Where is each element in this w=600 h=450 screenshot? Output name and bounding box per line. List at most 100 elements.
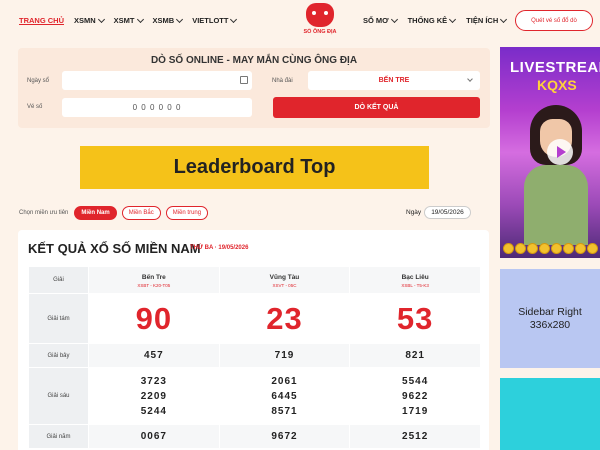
coin-icon — [587, 243, 598, 254]
coin-icon — [551, 243, 562, 254]
livestream-title: LIVESTREAM — [510, 59, 600, 76]
coin-icon — [515, 243, 526, 254]
prize-six-value: 6445 — [271, 390, 298, 402]
sidebar-ad-secondary[interactable] — [500, 378, 600, 450]
leaderboard-ad[interactable]: Leaderboard Top — [80, 146, 429, 189]
logo-mascot-icon — [306, 3, 334, 27]
livestream-brand: KQXS — [537, 77, 577, 93]
table-row: Giải tám 90 23 53 — [28, 293, 481, 344]
province-header[interactable]: Bến Tre XSBT - K20-T05 — [88, 266, 220, 294]
date-prefix: Ngày — [406, 209, 422, 216]
prize-seven-value: 821 — [349, 343, 481, 368]
row-label: Giải bảy — [28, 343, 89, 368]
logo-text: SỔ ÔNG ĐỊA — [303, 29, 337, 35]
coin-icon — [575, 243, 586, 254]
province-code: XSBT - K20-T05 — [137, 283, 171, 288]
nav-xsmn[interactable]: XSMN — [74, 15, 105, 25]
date-select[interactable]: 19/05/2026 — [424, 206, 471, 219]
prize-six-value: 1719 — [402, 405, 429, 417]
main-nav-left: TRANG CHỦ XSMN XSMT XSMB VIETLOTT — [19, 15, 246, 25]
table-row: Giải Bến Tre XSBT - K20-T05 Vũng Tàu XSVT … — [28, 266, 481, 294]
prize-eight-value: 23 — [218, 293, 351, 344]
date-picker: Ngày 19/05/2026 — [406, 206, 471, 219]
nav-xsmt[interactable]: XSMT — [114, 15, 144, 25]
nav-so-mo-label: SỔ MƠ — [363, 16, 389, 25]
coin-icon — [563, 243, 574, 254]
region-chip-mien-trung[interactable]: Miền trung — [165, 206, 209, 220]
ticket-label: Vé số — [27, 104, 43, 110]
prize-five-value: 2512 — [349, 424, 481, 449]
check-result-button[interactable]: DÒ KẾT QUẢ — [273, 97, 480, 118]
nav-xsmb-label: XSMB — [152, 16, 175, 25]
region-chip-mien-nam[interactable]: Miền Nam — [74, 206, 117, 220]
nav-xsmb[interactable]: XSMB — [152, 15, 184, 25]
coin-icon — [539, 243, 550, 254]
sidebar-ad-line1: Sidebar Right — [518, 305, 582, 318]
play-icon[interactable] — [547, 139, 573, 165]
ticket-check-form: DÒ SỐ ONLINE - MAY MẮN CÙNG ÔNG ĐỊA Ngày… — [18, 48, 490, 128]
date-input[interactable] — [62, 71, 252, 90]
prize-eight-value: 90 — [88, 293, 220, 344]
nav-tien-ich[interactable]: TIỆN ÍCH — [466, 15, 508, 25]
nav-thong-ke[interactable]: THỐNG KÊ — [407, 15, 457, 25]
prize-five-value: 9672 — [218, 424, 351, 449]
coin-icon — [503, 243, 514, 254]
region-selector: Chọn miền ưu tiên Miền Nam Miền Bắc Miền… — [19, 206, 209, 220]
prize-seven-value: 457 — [88, 343, 220, 368]
coin-icon — [527, 243, 538, 254]
province-header[interactable]: Vũng Tàu XSVT - 05C — [218, 266, 351, 294]
nav-xsmn-label: XSMN — [74, 16, 96, 25]
chevron-down-icon — [136, 15, 144, 23]
calendar-icon[interactable] — [240, 76, 248, 84]
nav-home[interactable]: TRANG CHỦ — [19, 16, 64, 25]
row-label: Giải — [28, 266, 89, 294]
table-row: Giải bảy 457 719 821 — [28, 343, 481, 368]
station-select[interactable]: BẾN TRE — [308, 71, 480, 90]
prize-six-cell: 2061 6445 8571 — [218, 367, 351, 425]
province-header[interactable]: Bạc Liêu XSBL - T5-K3 — [349, 266, 481, 294]
result-card: KẾT QUẢ XỔ SỐ MIỀN NAM THỨ BA · 19/05/20… — [18, 230, 489, 450]
chevron-down-icon — [390, 15, 398, 23]
sidebar-ad[interactable]: Sidebar Right 336x280 — [500, 269, 600, 368]
prize-eight-value: 53 — [349, 293, 481, 344]
province-name: Bạc Liêu — [401, 274, 429, 281]
chevron-down-icon — [500, 15, 508, 23]
row-label: Giải sáu — [28, 367, 89, 425]
province-code: XSVT - 05C — [272, 283, 297, 288]
scan-ticket-button[interactable]: Quét vé số đổ dò — [515, 10, 593, 31]
result-date: THỨ BA · 19/05/2026 — [190, 245, 249, 251]
result-table: Giải Bến Tre XSBT - K20-T05 Vũng Tàu XSVT … — [28, 266, 481, 449]
result-title: KẾT QUẢ XỔ SỐ MIỀN NAM — [28, 241, 201, 256]
prize-seven-value: 719 — [218, 343, 351, 368]
prize-six-value: 5544 — [402, 375, 429, 387]
table-row: Giải sáu 3723 2209 5244 2061 6445 8571 5544 9… — [28, 367, 481, 425]
row-label: Giải năm — [28, 424, 89, 449]
row-label: Giải tám — [28, 293, 89, 344]
prize-six-value: 5244 — [140, 405, 167, 417]
site-logo[interactable]: SỔ ÔNG ĐỊA — [301, 3, 339, 41]
chevron-down-icon — [467, 76, 473, 82]
nav-so-mo[interactable]: SỔ MƠ — [363, 15, 398, 25]
nav-thong-ke-label: THỐNG KÊ — [407, 16, 448, 25]
livestream-ad[interactable]: LIVESTREAM KQXS — [500, 47, 600, 258]
station-label: Nhà đài — [272, 78, 293, 84]
region-label: Chọn miền ưu tiên — [19, 210, 69, 216]
province-name: Vũng Tàu — [269, 274, 300, 281]
table-row: Giải năm 0067 9672 2512 — [28, 424, 481, 449]
ticket-number-input[interactable]: 0 0 0 0 0 0 — [62, 98, 252, 117]
prize-six-value: 2209 — [140, 390, 167, 402]
site-header: TRANG CHỦ XSMN XSMT XSMB VIETLOTT SỔ ÔNG… — [0, 0, 600, 44]
nav-vietlott[interactable]: VIETLOTT — [192, 15, 238, 25]
prize-six-value: 8571 — [271, 405, 298, 417]
prize-five-value: 0067 — [88, 424, 220, 449]
region-chip-mien-bac[interactable]: Miền Bắc — [121, 206, 161, 220]
province-name: Bến Tre — [141, 274, 166, 281]
prize-six-value: 2061 — [271, 375, 298, 387]
chevron-down-icon — [449, 15, 457, 23]
prize-six-value: 9622 — [402, 390, 429, 402]
main-nav-right: SỔ MƠ THỐNG KÊ TIỆN ÍCH — [363, 15, 517, 25]
streamer-body — [524, 165, 588, 245]
chevron-down-icon — [176, 15, 184, 23]
nav-vietlott-label: VIETLOTT — [192, 16, 229, 25]
chevron-down-icon — [97, 15, 105, 23]
